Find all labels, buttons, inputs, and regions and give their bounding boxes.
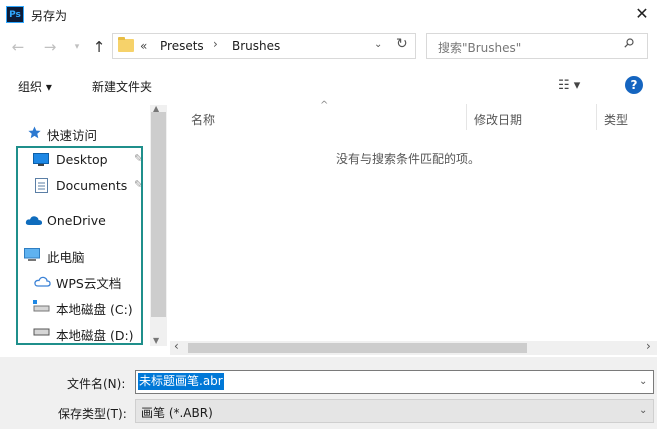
folder-icon (118, 37, 134, 52)
chevron-right-icon[interactable]: › (213, 37, 218, 51)
forward-button[interactable]: → (40, 36, 60, 58)
search-icon[interactable] (624, 38, 634, 48)
search-input[interactable]: 搜索"Brushes" (438, 39, 521, 56)
title-bar (0, 0, 657, 30)
sidebar-scroll-thumb[interactable] (151, 112, 166, 317)
column-divider[interactable] (596, 104, 597, 130)
filetype-value[interactable]: 画笔 (*.ABR) (141, 404, 213, 421)
horizontal-scroll-thumb[interactable] (188, 343, 527, 353)
organize-menu[interactable]: 组织 ▾ (18, 78, 52, 95)
help-icon[interactable]: ? (625, 76, 643, 94)
sort-ascending-icon: ^ (320, 100, 329, 111)
chevron-down-icon[interactable]: ⌄ (374, 39, 382, 50)
chevron-down-icon[interactable]: ⌄ (639, 405, 647, 416)
breadcrumb-presets[interactable]: Presets (160, 39, 204, 53)
column-header-type[interactable]: 类型 (604, 111, 628, 128)
sidebar-item-quick-access[interactable]: 快速访问 (47, 125, 97, 144)
scroll-left-icon[interactable]: ‹ (174, 339, 179, 353)
scroll-down-icon[interactable]: ▼ (153, 336, 159, 345)
breadcrumb-overflow[interactable]: « (140, 39, 147, 53)
recent-locations-button[interactable]: ▾ (67, 36, 87, 58)
empty-message: 没有与搜索条件匹配的项。 (336, 152, 481, 166)
chevron-down-icon[interactable]: ⌄ (639, 376, 647, 387)
column-header-name[interactable]: 名称 (191, 111, 215, 128)
new-folder-button[interactable]: 新建文件夹 (92, 78, 152, 95)
filename-label: 文件名(N): (67, 377, 126, 391)
scroll-right-icon[interactable]: › (646, 339, 651, 353)
up-button[interactable]: ↑ (89, 36, 109, 58)
filename-value[interactable]: 未标题画笔.abr (138, 373, 224, 390)
window-title: 另存为 (31, 9, 68, 23)
breadcrumb-brushes[interactable]: Brushes (232, 39, 280, 53)
view-options-icon[interactable]: ☷ ▾ (558, 78, 580, 93)
filetype-label: 保存类型(T): (58, 407, 127, 421)
close-button[interactable]: ✕ (630, 2, 654, 26)
star-icon (28, 126, 41, 139)
column-header-date[interactable]: 修改日期 (474, 111, 522, 128)
highlight-frame (16, 146, 143, 345)
photoshop-app-icon: Ps (6, 6, 24, 23)
back-button[interactable]: ← (8, 36, 28, 58)
column-divider[interactable] (466, 104, 467, 130)
refresh-icon[interactable]: ↻ (396, 36, 408, 52)
